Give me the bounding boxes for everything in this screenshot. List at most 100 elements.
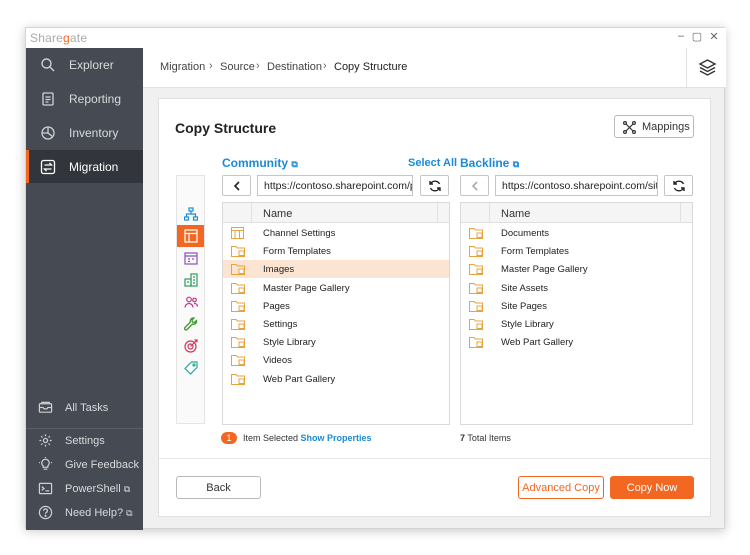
list-item-label: Master Page Gallery (501, 264, 588, 276)
name-column-header[interactable]: Name (263, 208, 292, 220)
sidebar-item-settings[interactable]: Settings (26, 430, 143, 452)
source-refresh-button[interactable] (420, 175, 449, 196)
sidebar-item-label-wrap: PowerShell ⧉ (65, 483, 130, 495)
refresh-icon (429, 180, 441, 192)
rail-item-calendar[interactable] (177, 247, 204, 269)
footer-divider (159, 458, 710, 459)
rail-item-users[interactable] (177, 291, 204, 313)
list-item[interactable]: Style Library (223, 333, 449, 351)
back-button[interactable]: Back (176, 476, 261, 499)
list-item[interactable]: Form Templates (461, 242, 692, 260)
library-icon (231, 246, 245, 258)
sidebar-item-migration[interactable]: Migration (26, 150, 143, 183)
selected-count-badge: 1 (221, 432, 237, 444)
rail-item-sites[interactable] (177, 203, 204, 225)
sitemap-icon (184, 207, 198, 221)
name-column-header[interactable]: Name (501, 208, 530, 220)
list-item-label: Documents (501, 228, 550, 239)
destination-list-header: Name (461, 203, 692, 223)
calendar-icon (184, 252, 198, 265)
list-item[interactable]: Site Pages (461, 297, 692, 315)
sidebar-item-label-wrap: Need Help? ⧉ (65, 507, 133, 519)
sidebar-item-reporting[interactable]: Reporting (26, 82, 143, 115)
destination-refresh-button[interactable] (664, 175, 693, 196)
sidebar-item-need-help[interactable]: Need Help? ⧉ (26, 502, 143, 524)
rail-item-target[interactable] (177, 335, 204, 357)
list-item-label: Settings (263, 319, 298, 330)
list-item[interactable]: Style Library (461, 315, 692, 333)
select-all-link[interactable]: Select All (408, 157, 457, 169)
sidebar-item-label: Migration (69, 160, 119, 174)
rail-item-tags[interactable] (177, 357, 204, 379)
source-status: Item Selected Show Properties (243, 433, 372, 443)
sidebar-item-powershell[interactable]: PowerShell ⧉ (26, 478, 143, 500)
target-icon (184, 339, 198, 353)
destination-url-field[interactable]: https://contoso.sharepoint.com/sites/bac… (495, 175, 658, 196)
list-item[interactable]: Settings (223, 315, 449, 333)
object-type-rail (176, 175, 205, 424)
list-item-label: Style Library (501, 319, 554, 330)
list-item[interactable]: Documents (461, 224, 692, 242)
library-icon (231, 300, 245, 312)
show-properties-link[interactable]: Show Properties (301, 433, 372, 443)
sidebar-item-label: Inventory (69, 126, 119, 140)
source-site-link[interactable]: Community ⧉ (222, 156, 298, 170)
rail-item-lists[interactable] (177, 225, 204, 247)
sidebar-divider (26, 428, 143, 429)
rail-item-building[interactable] (177, 269, 204, 291)
list-item[interactable]: Site Assets (461, 279, 692, 297)
copy-structure-panel: Copy Structure Mappings Community ⧉ Sele… (158, 98, 711, 517)
mappings-button[interactable]: Mappings (614, 115, 694, 138)
sidebar-item-all-tasks[interactable]: All Tasks (26, 397, 143, 419)
breadcrumb-source[interactable]: Source (220, 61, 255, 73)
report-icon (42, 92, 54, 106)
breadcrumb-separator: › (209, 60, 213, 72)
list-item[interactable]: Web Part Gallery (461, 333, 692, 351)
list-item-label: Images (263, 264, 295, 276)
list-item-label: Web Part Gallery (263, 373, 336, 385)
list-item[interactable]: Web Part Gallery (223, 370, 449, 388)
refresh-icon (673, 180, 685, 192)
library-icon (231, 264, 245, 276)
list-item-label: Pages (263, 300, 290, 312)
destination-back-button[interactable] (460, 175, 489, 196)
close-button[interactable]: ✕ (707, 30, 721, 43)
list-item[interactable]: Channel Settings (223, 224, 449, 242)
sidebar: Explorer Reporting Inventory Migration A… (26, 48, 143, 530)
list-item-label: Site Assets (501, 282, 548, 294)
list-item[interactable]: Videos (223, 351, 449, 369)
list-item-label: Videos (263, 355, 292, 367)
breadcrumb-separator: › (323, 60, 327, 72)
source-back-button[interactable] (222, 175, 251, 196)
breadcrumb-destination[interactable]: Destination (267, 61, 322, 73)
list-item[interactable]: Master Page Gallery (461, 260, 692, 278)
list-item[interactable]: Master Page Gallery (223, 279, 449, 297)
external-link-icon: ⧉ (291, 159, 298, 169)
layers-button[interactable] (686, 48, 726, 88)
library-icon (231, 355, 245, 367)
building-icon (184, 273, 198, 287)
app-window: Sharegate – ▢ ✕ Explorer Reporting Inven… (25, 27, 726, 530)
list-item[interactable]: Form Templates (223, 242, 449, 260)
sidebar-item-label: Reporting (69, 92, 122, 106)
breadcrumb-migration[interactable]: Migration (160, 61, 205, 73)
sidebar-item-label: PowerShell (65, 483, 121, 495)
library-icon (469, 300, 483, 312)
sidebar-item-explorer[interactable]: Explorer (26, 48, 143, 81)
mappings-label: Mappings (642, 121, 690, 133)
list-item[interactable]: Pages (223, 297, 449, 315)
list-icon (231, 227, 244, 239)
advanced-copy-button[interactable]: Advanced Copy (518, 476, 604, 499)
maximize-button[interactable]: ▢ (690, 30, 704, 43)
source-url-field[interactable]: https://contoso.sharepoint.com/portals/c… (257, 175, 413, 196)
sharegate-logo: Sharegate (30, 31, 88, 45)
rail-item-tools[interactable] (177, 313, 204, 335)
list-item[interactable]: Images (223, 260, 449, 279)
sidebar-item-give-feedback[interactable]: Give Feedback (26, 454, 143, 476)
minimize-button[interactable]: – (674, 30, 688, 42)
breadcrumb-current: Copy Structure (334, 61, 408, 73)
destination-site-link[interactable]: Backline ⧉ (460, 156, 519, 170)
copy-now-button[interactable]: Copy Now (610, 476, 694, 499)
sidebar-item-inventory[interactable]: Inventory (26, 116, 143, 149)
help-icon (38, 505, 53, 520)
